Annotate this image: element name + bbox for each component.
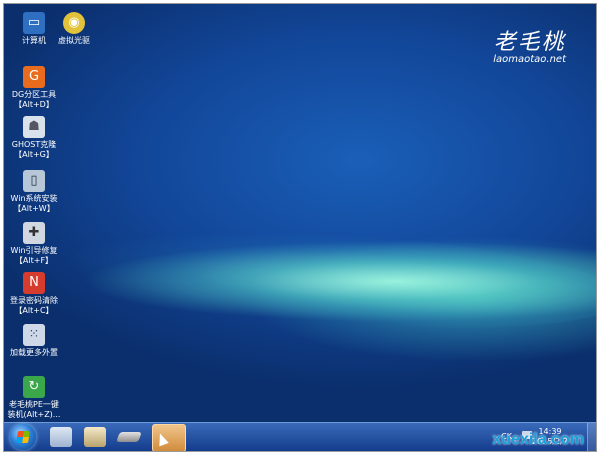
watermark-text: xuexila.com	[492, 431, 584, 448]
desktop-icon-label: Win引导修复 【Alt+F】	[10, 246, 58, 265]
desktop-icon-win-install[interactable]: ▯ Win系统安装 【Alt+W】	[4, 170, 64, 214]
desktop-icon-label: Win系统安装 【Alt+W】	[10, 194, 58, 213]
screenshot-frame: 老毛桃 laomaotao.net ▭ 计算机 ◉ 虚拟光驱 G DG分区工具 …	[3, 3, 597, 452]
installer-icon: ▯	[23, 170, 45, 192]
desktop-icon-one-click-install[interactable]: ↻ 老毛桃PE一键 装机(Alt+Z)...	[4, 376, 64, 420]
desktop-icon-dg-partition[interactable]: G DG分区工具 【Alt+D】	[4, 66, 64, 110]
desktop-icon-label: 虚拟光驱	[58, 36, 90, 45]
ghost-icon: ☗	[23, 116, 45, 138]
show-desktop-button[interactable]	[587, 423, 596, 451]
brand-logo-en: laomaotao.net	[493, 54, 566, 65]
brand-logo: 老毛桃 laomaotao.net	[493, 24, 566, 65]
desktop-icon-label: 登录密码清除 【Alt+C】	[10, 296, 58, 315]
explorer-window-icon[interactable]	[50, 427, 72, 447]
desktop-icon-boot-repair[interactable]: ✚ Win引导修复 【Alt+F】	[4, 222, 64, 266]
brand-logo-cn: 老毛桃	[493, 30, 566, 55]
drive-icon[interactable]	[116, 432, 142, 442]
computer-icon: ▭	[23, 12, 45, 34]
desktop-icon-label: DG分区工具 【Alt+D】	[11, 90, 57, 109]
desktop-icon-label: 老毛桃PE一键 装机(Alt+Z)...	[7, 400, 61, 419]
password-clear-icon: N	[23, 272, 45, 294]
disc-icon: ◉	[63, 12, 85, 34]
tools-icon[interactable]	[84, 427, 106, 447]
more-plugins-icon: ⁙	[23, 324, 45, 346]
start-orb-icon	[16, 431, 30, 443]
one-click-install-icon: ↻	[23, 376, 45, 398]
start-button[interactable]	[10, 424, 36, 450]
desktop-wallpaper: 老毛桃 laomaotao.net ▭ 计算机 ◉ 虚拟光驱 G DG分区工具 …	[4, 4, 596, 451]
wallpaper-light-streak	[61, 214, 596, 344]
desktop-icon-virtual-drive[interactable]: ◉ 虚拟光驱	[44, 12, 104, 46]
boot-repair-icon: ✚	[23, 222, 45, 244]
desktop-icon-label: 加载更多外置	[10, 348, 58, 357]
desktop-icon-label: GHOST克隆 【Alt+G】	[11, 140, 57, 159]
partition-tool-icon: G	[23, 66, 45, 88]
desktop-icon-more-plugins[interactable]: ⁙ 加载更多外置	[4, 324, 64, 358]
desktop-icon-password-clear[interactable]: N 登录密码清除 【Alt+C】	[4, 272, 64, 316]
desktop-icon-ghost[interactable]: ☗ GHOST克隆 【Alt+G】	[4, 116, 64, 160]
